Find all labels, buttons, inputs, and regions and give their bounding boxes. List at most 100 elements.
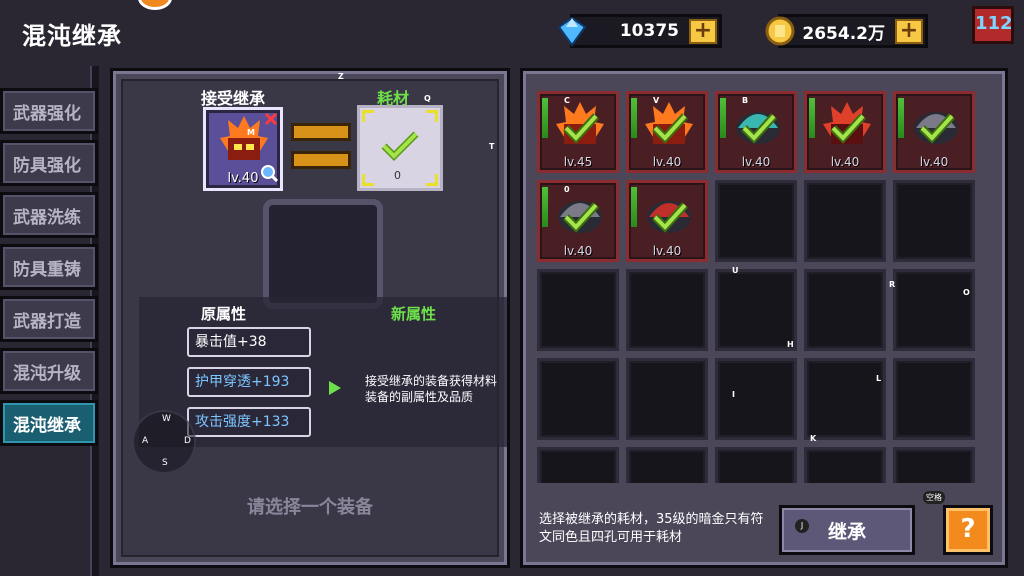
item-level: lv.40 — [830, 155, 860, 169]
coin-icon — [765, 16, 795, 46]
helmet-icon — [558, 201, 602, 233]
inventory-empty-slot[interactable] — [626, 358, 708, 440]
inventory-item-slot[interactable]: lv.40 — [626, 180, 708, 262]
inventory-empty-slot[interactable] — [537, 447, 619, 483]
key-hint: O — [963, 288, 970, 297]
page-title: 混沌继承 — [22, 22, 122, 50]
inventory-empty-slot[interactable] — [804, 180, 886, 262]
inventory-empty-slot[interactable] — [804, 447, 886, 483]
sidebar-item-armor-reforge[interactable]: 防具重铸 — [0, 244, 98, 290]
sidebar-item-weapon-enhance[interactable]: 武器强化 — [0, 88, 98, 134]
key-hint: R — [889, 280, 896, 289]
add-gems-button[interactable]: + — [689, 19, 717, 44]
inventory-empty-slot[interactable] — [715, 358, 797, 440]
arrow-right-icon — [329, 381, 341, 395]
item-level: lv.40 — [652, 244, 682, 258]
key-hint: V — [653, 96, 660, 105]
accept-inherit-label: 接受继承 — [201, 89, 266, 108]
gem-counter: 10375 + — [557, 14, 722, 48]
key-hint: U — [732, 266, 739, 275]
inventory-empty-slot[interactable] — [537, 269, 619, 351]
virtual-joystick[interactable]: W A D S — [132, 410, 196, 474]
select-equipment-prompt: 请选择一个装备 — [247, 497, 373, 518]
add-gold-button[interactable]: + — [895, 19, 923, 44]
forge-panel: 接受继承 耗材 lv.40 0 原属性 新属性 暴击值+38 护甲穿透+193 … — [110, 68, 510, 568]
key-hint: L — [876, 374, 882, 383]
helmet-icon — [914, 112, 958, 144]
rarity-bar — [631, 187, 637, 227]
sidebar-item-armor-enhance[interactable]: 防具强化 — [0, 140, 98, 186]
material-hint: 选择被继承的耗材，35级的暗金只有符文同色且四孔可用于耗材 — [539, 512, 764, 545]
key-hint: 0 — [564, 185, 570, 194]
help-button[interactable]: ? — [943, 505, 993, 555]
slot-corner — [426, 110, 438, 122]
inventory-empty-slot[interactable] — [893, 180, 975, 262]
attr-attack-power: 攻击强度+133 — [187, 407, 311, 437]
mask-icon — [645, 102, 693, 144]
inventory-empty-slot[interactable] — [626, 269, 708, 351]
fire-mask-icon — [220, 116, 268, 160]
remove-icon[interactable] — [264, 112, 278, 126]
inventory-empty-slot[interactable] — [715, 180, 797, 262]
sidebar-item-chaos-inherit[interactable]: 混沌继承 — [0, 400, 98, 446]
inherit-machine — [263, 199, 383, 309]
mask-icon — [823, 102, 871, 144]
slot-corner — [362, 174, 374, 186]
slot-corner — [362, 110, 374, 122]
forge-panel-inner: 接受继承 耗材 lv.40 0 原属性 新属性 暴击值+38 护甲穿透+193 … — [121, 79, 507, 557]
inventory-item-slot[interactable]: lv.40 — [804, 91, 886, 173]
sidebar-item-weapon-craft[interactable]: 武器打造 — [0, 296, 98, 342]
inventory-empty-slot[interactable] — [893, 358, 975, 440]
inventory-item-slot[interactable]: lv.45 C — [537, 91, 619, 173]
accept-item-slot[interactable]: lv.40 — [203, 107, 283, 191]
inventory-item-slot[interactable]: lv.40 B — [715, 91, 797, 173]
item-level: lv.40 — [919, 155, 949, 169]
material-item-count: 0 — [394, 169, 401, 182]
player-level-badge[interactable]: 112 — [972, 6, 1014, 44]
original-attrs-title: 原属性 — [201, 305, 247, 323]
inventory-item-slot[interactable]: lv.40 V — [626, 91, 708, 173]
inventory-empty-slot[interactable] — [893, 269, 975, 351]
sidebar-item-chaos-upgrade[interactable]: 混沌升级 — [0, 348, 98, 394]
joystick-key: D — [184, 436, 191, 446]
item-level: lv.40 — [741, 155, 771, 169]
rarity-bar — [898, 98, 904, 138]
inventory-empty-slot[interactable] — [804, 269, 886, 351]
joystick-key: S — [162, 458, 168, 468]
inventory-empty-slot[interactable] — [804, 358, 886, 440]
inventory-empty-slot[interactable] — [715, 269, 797, 351]
inventory-empty-slot[interactable] — [893, 447, 975, 483]
material-item-slot[interactable]: 0 — [357, 105, 443, 191]
inventory-empty-slot[interactable] — [626, 447, 708, 483]
key-hint: B — [742, 96, 749, 105]
sidebar-item-weapon-reroll[interactable]: 武器洗练 — [0, 192, 98, 238]
item-level: lv.40 — [563, 244, 593, 258]
slot-corner — [426, 174, 438, 186]
key-hint: Q — [424, 94, 431, 103]
inventory-item-slot[interactable]: lv.40 0 — [537, 180, 619, 262]
sidebar: 武器强化 防具强化 武器洗练 防具重铸 武器打造 混沌升级 混沌继承 — [0, 88, 100, 452]
key-hint: J — [795, 519, 809, 533]
joystick-key: W — [162, 414, 171, 424]
inherit-hint: 接受继承的装备获得材料装备的副属性及品质 — [365, 374, 498, 404]
helmet-icon — [647, 201, 691, 233]
item-level: lv.40 — [652, 155, 682, 169]
inventory-item-slot[interactable]: lv.40 — [893, 91, 975, 173]
key-hint: I — [732, 390, 735, 399]
key-hint: Z — [338, 72, 344, 81]
joystick-key: A — [142, 436, 149, 446]
attribute-panel: 原属性 新属性 暴击值+38 护甲穿透+193 攻击强度+133 接受继承的装备… — [139, 297, 507, 447]
attr-armor-pen: 护甲穿透+193 — [187, 367, 311, 397]
key-hint: K — [810, 434, 817, 443]
gem-amount: 10375 — [619, 21, 679, 41]
inventory-empty-slot[interactable] — [715, 447, 797, 483]
inventory-grid: lv.45 C lv.40 Vlv.40 Blv.40 lv.40 lv.40 0 lv.40 — [537, 91, 983, 483]
key-hint: T — [489, 142, 495, 151]
accept-item-level: lv.40 — [227, 171, 259, 186]
gold-amount: 2654.2万 — [802, 23, 885, 44]
inventory-empty-slot[interactable] — [537, 358, 619, 440]
transfer-bar-top — [291, 123, 351, 141]
helmet-icon — [736, 112, 780, 144]
rarity-bar — [542, 187, 548, 227]
rarity-bar — [809, 98, 815, 138]
